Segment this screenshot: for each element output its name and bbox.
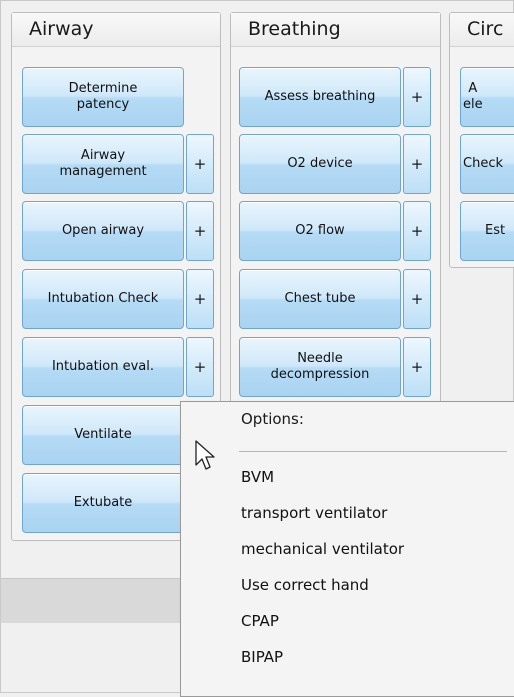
menu-item-transport-ventilator[interactable]: transport ventilator [241, 504, 387, 522]
o2-device-plus-button[interactable]: + [403, 134, 431, 194]
o2-device-button[interactable]: O2 device [239, 134, 401, 194]
bottom-area [1, 623, 181, 691]
circulation-check-label: Check [463, 156, 503, 171]
open-airway-plus-button[interactable]: + [186, 201, 214, 261]
menu-separator [239, 451, 507, 452]
menu-item-mechanical-ventilator[interactable]: mechanical ventilator [241, 540, 404, 558]
intubation-eval-button[interactable]: Intubation eval. [22, 337, 184, 397]
extubate-button[interactable]: Extubate [22, 473, 184, 533]
o2-flow-plus-button[interactable]: + [403, 201, 431, 261]
needle-decompression-plus-button[interactable]: + [403, 337, 431, 397]
breathing-panel-title: Breathing [231, 13, 440, 47]
circulation-panel-title: Circ [450, 13, 514, 47]
assess-breathing-plus-button[interactable]: + [403, 67, 431, 127]
assess-breathing-button[interactable]: Assess breathing [239, 67, 401, 127]
needle-decompression-button[interactable]: Needle decompression [239, 337, 401, 397]
mouse-pointer-icon [195, 440, 215, 470]
airway-management-button[interactable]: Airway management [22, 134, 184, 194]
chest-tube-button[interactable]: Chest tube [239, 269, 401, 329]
circulation-panel: Circ A ele Check Est [449, 12, 514, 268]
bottom-status-strip [1, 578, 181, 624]
open-airway-button[interactable]: Open airway [22, 201, 184, 261]
circulation-button-1[interactable]: A ele [460, 67, 514, 127]
ventilate-button[interactable]: Ventilate [22, 405, 184, 465]
intubation-eval-plus-button[interactable]: + [186, 337, 214, 397]
chest-tube-plus-button[interactable]: + [403, 269, 431, 329]
airway-management-plus-button[interactable]: + [186, 134, 214, 194]
menu-item-cpap[interactable]: CPAP [241, 612, 279, 630]
intubation-check-button[interactable]: Intubation Check [22, 269, 184, 329]
circulation-est-label: Est [485, 223, 506, 238]
menu-item-use-correct-hand[interactable]: Use correct hand [241, 576, 369, 594]
circulation-check-button[interactable]: Check [460, 134, 514, 194]
airway-panel-title: Airway [12, 13, 220, 47]
circulation-est-button[interactable]: Est [460, 201, 514, 261]
determine-patency-button[interactable]: Determine patency [22, 67, 184, 127]
menu-item-bvm[interactable]: BVM [241, 468, 274, 486]
menu-item-bipap[interactable]: BIPAP [241, 648, 283, 666]
circulation-button-1-label: A ele [463, 81, 483, 112]
breathing-panel: Breathing Assess breathing + O2 device +… [230, 12, 441, 436]
options-menu-header: Options: [241, 410, 304, 428]
intubation-check-plus-button[interactable]: + [186, 269, 214, 329]
options-dropdown-menu: Options: BVM transport ventilator mechan… [180, 401, 514, 697]
o2-flow-button[interactable]: O2 flow [239, 201, 401, 261]
